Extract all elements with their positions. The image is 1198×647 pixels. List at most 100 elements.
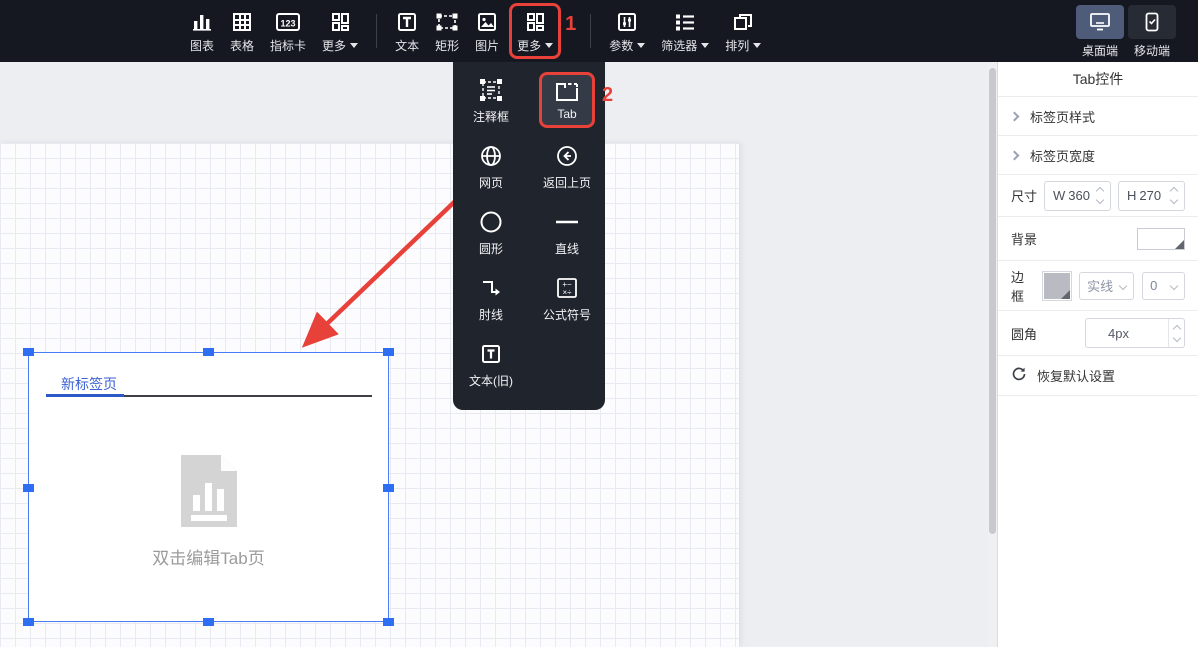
resize-handle-bottom-mid[interactable] [203, 618, 214, 626]
swatch-corner-icon [1175, 239, 1184, 249]
height-input[interactable]: H 270 [1118, 180, 1186, 211]
toolbar-arrange-button[interactable]: 排列 [717, 5, 769, 57]
annotation-step-1: 1 [565, 12, 577, 35]
menu-item-tab[interactable]: Tab [539, 72, 595, 128]
more-widgets-dropdown-menu: 注释框 Tab 网页 返回上页 圆形 直线 肘线 +− ×÷ 公式符号 文本(旧… [453, 62, 605, 410]
annotation-box-icon [478, 78, 504, 102]
back-arrow-circle-icon [555, 144, 579, 168]
section-label: 标签页样式 [1030, 109, 1096, 125]
toolbar-divider [376, 14, 378, 48]
reset-defaults-button[interactable]: 恢复默认设置 [998, 356, 1198, 396]
caret-down-icon [545, 42, 554, 48]
resize-handle-right-mid[interactable] [383, 484, 394, 492]
bar-chart-icon [191, 9, 213, 33]
tab-widget-icon [554, 80, 580, 104]
toolbar-chart-button[interactable]: 图表 [182, 5, 222, 57]
background-color-swatch[interactable] [1137, 227, 1185, 250]
menu-item-elbow-line[interactable]: 肘线 [453, 266, 529, 332]
toolbar-more-widgets-button[interactable]: 更多 [314, 5, 366, 57]
caret-down-icon [350, 42, 359, 48]
border-width-select[interactable]: 0 [1142, 271, 1185, 300]
stepper-down-icon[interactable] [1169, 195, 1179, 205]
toolbar-parameter-button[interactable]: 参数 [601, 5, 653, 57]
section-tab-page-style[interactable]: 标签页样式 [998, 97, 1198, 136]
menu-item-formula-symbol[interactable]: +− ×÷ 公式符号 [529, 266, 605, 332]
height-value: 270 [1139, 188, 1162, 203]
menu-item-circle[interactable]: 圆形 [453, 200, 529, 266]
toolbar-rectangle-button[interactable]: 矩形 [427, 5, 467, 57]
border-color-swatch[interactable] [1042, 270, 1073, 301]
menu-item-annotation-box[interactable]: 注释框 [453, 68, 529, 134]
vertical-scrollbar[interactable] [988, 62, 997, 647]
reset-label: 恢复默认设置 [1037, 369, 1116, 384]
stepper-up-icon[interactable] [1169, 186, 1179, 196]
stepper-up-icon[interactable] [1172, 324, 1181, 333]
scrollbar-thumb[interactable] [989, 68, 996, 534]
arrange-layers-icon [732, 9, 754, 33]
menu-item-straight-line[interactable]: 直线 [529, 200, 605, 266]
border-style-select[interactable]: 实线 [1079, 271, 1135, 300]
toolbar-filter-button[interactable]: 筛选器 [653, 5, 717, 57]
toolbar-item-label: 图片 [475, 38, 500, 53]
toolbar-more-button-highlighted[interactable]: 更多 [509, 3, 562, 59]
dashboard-designer-app: 图表 表格 123 指标卡 更多 文本 矩形 图片 更多 1 参数 筛选器 排列… [0, 0, 1198, 647]
menu-item-label: 圆形 [478, 241, 503, 256]
background-row: 背景 [998, 217, 1198, 261]
menu-item-label: 肘线 [478, 307, 503, 322]
radius-input[interactable]: 4px [1085, 318, 1185, 348]
globe-icon [479, 144, 503, 168]
table-icon [231, 9, 253, 33]
toolbar-divider [590, 14, 592, 48]
menu-item-webpage[interactable]: 网页 [453, 134, 529, 200]
size-label: 尺寸 [1011, 189, 1038, 204]
tab-page-label[interactable]: 新标签页 [61, 374, 117, 394]
stepper-up-icon[interactable] [1095, 186, 1105, 196]
border-row: 边框 实线 0 [998, 261, 1198, 311]
resize-handle-top-left[interactable] [23, 348, 34, 356]
filter-list-icon [673, 9, 697, 33]
height-prefix: H [1127, 188, 1137, 203]
toolbar-item-label: 文本 [395, 38, 420, 53]
radius-label: 圆角 [1011, 326, 1038, 342]
menu-item-back-previous-page[interactable]: 返回上页 [529, 134, 605, 200]
caret-down-icon [753, 42, 762, 48]
width-input[interactable]: W 360 [1044, 180, 1112, 211]
resize-handle-left-mid[interactable] [23, 484, 34, 492]
size-row: 尺寸 W 360 H 270 [998, 175, 1198, 217]
kpi-123-icon: 123 [275, 9, 301, 33]
tab-widget[interactable]: 新标签页 双击编辑Tab页 [23, 348, 394, 626]
tab-widget-body[interactable]: 双击编辑Tab页 [29, 398, 388, 621]
reset-icon [1011, 366, 1027, 385]
tab-edit-hint: 双击编辑Tab页 [152, 548, 265, 568]
stepper-down-icon[interactable] [1095, 195, 1105, 205]
device-mobile-button[interactable]: 移动端 [1128, 5, 1176, 59]
menu-item-text-old[interactable]: 文本(旧) [453, 332, 529, 398]
text-old-icon [479, 342, 503, 366]
section-tab-page-width[interactable]: 标签页宽度 [998, 136, 1198, 175]
resize-handle-top-mid[interactable] [203, 348, 214, 356]
device-label: 桌面端 [1081, 44, 1118, 58]
chart-placeholder-icon [169, 451, 249, 536]
caret-down-icon [637, 42, 646, 48]
parameter-sliders-icon [616, 9, 638, 33]
stepper-down-icon[interactable] [1172, 333, 1181, 342]
background-label: 背景 [1011, 232, 1038, 247]
swatch-corner-icon [1061, 289, 1071, 299]
border-style-value: 实线 [1087, 279, 1114, 294]
toolbar-item-label: 参数 [609, 37, 646, 54]
chevron-right-icon [1009, 111, 1020, 121]
toolbar-table-button[interactable]: 表格 [222, 5, 262, 57]
resize-handle-top-right[interactable] [383, 348, 394, 356]
menu-item-label: 公式符号 [542, 307, 591, 322]
resize-handle-bottom-right[interactable] [383, 618, 394, 626]
resize-handle-bottom-left[interactable] [23, 618, 34, 626]
elbow-line-icon [479, 276, 503, 300]
toolbar-image-button[interactable]: 图片 [467, 5, 507, 57]
radius-stepper[interactable] [1168, 319, 1184, 347]
width-stepper[interactable] [1092, 186, 1108, 205]
toolbar-text-button[interactable]: 文本 [387, 5, 427, 57]
image-icon [476, 9, 498, 33]
height-stepper[interactable] [1166, 186, 1182, 205]
toolbar-kpi-card-button[interactable]: 123 指标卡 [262, 5, 314, 57]
device-desktop-button[interactable]: 桌面端 [1076, 5, 1124, 59]
